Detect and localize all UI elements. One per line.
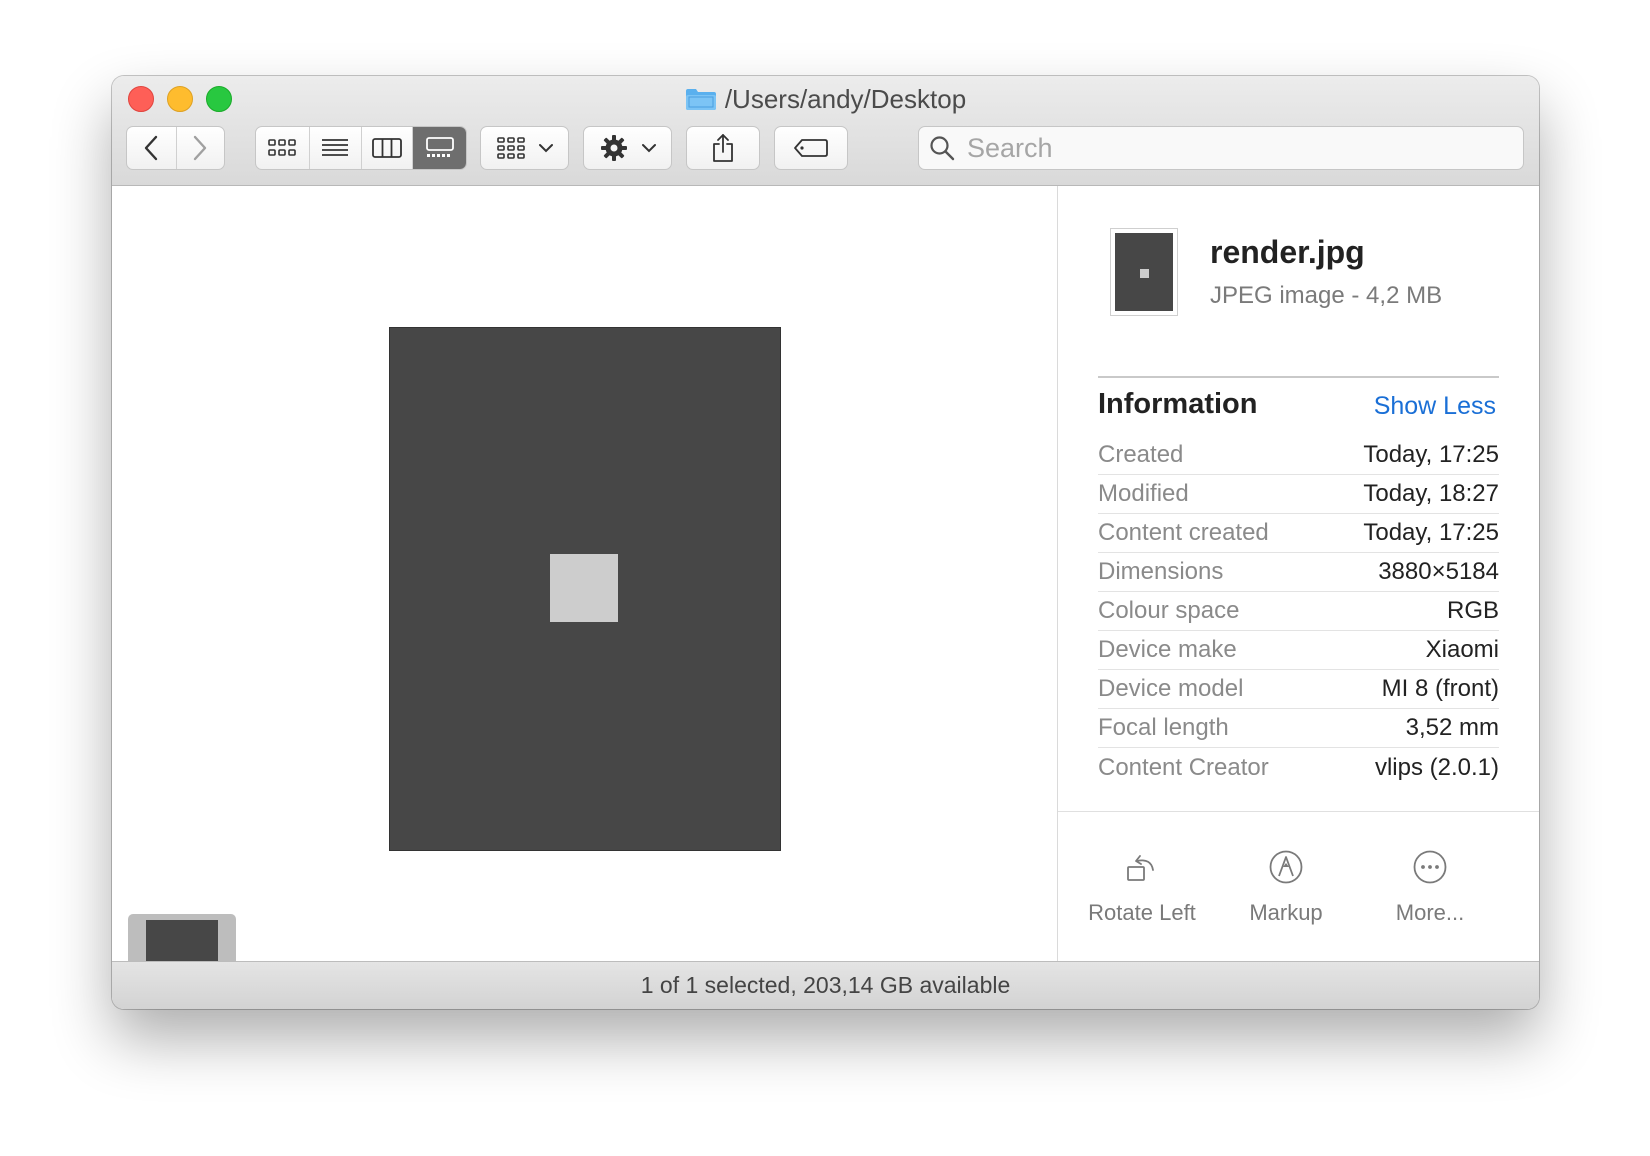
window-title-text: /Users/andy/Desktop — [724, 83, 967, 114]
rotate-left-button[interactable]: Rotate Left — [1067, 846, 1217, 926]
gallery-view-button[interactable] — [412, 127, 466, 169]
info-row-colour-space: Colour space RGB — [1098, 592, 1499, 631]
info-row-device-model: Device model MI 8 (front) — [1098, 670, 1499, 709]
folder-icon — [685, 87, 717, 111]
markup-icon — [1269, 850, 1303, 884]
info-value: 3,52 mm — [1405, 714, 1499, 741]
tag-button[interactable] — [774, 126, 848, 170]
info-key: Dimensions — [1098, 558, 1224, 585]
image-preview[interactable] — [389, 327, 781, 851]
chevron-left-icon — [145, 135, 158, 161]
info-value: Today, 17:25 — [1363, 519, 1499, 546]
gallery-area — [112, 186, 1056, 1009]
gear-icon — [600, 135, 627, 161]
chevron-down-icon — [641, 144, 656, 153]
info-row-dimensions: Dimensions 3880×5184 — [1098, 553, 1499, 592]
info-key: Content created — [1098, 519, 1269, 546]
tag-icon — [794, 139, 828, 157]
info-value: Today, 17:25 — [1363, 441, 1499, 468]
share-button[interactable] — [686, 126, 760, 170]
info-value: vlips (2.0.1) — [1374, 753, 1499, 781]
information-heading: Information — [1098, 388, 1258, 420]
more-icon — [1413, 850, 1447, 884]
info-key: Device model — [1098, 675, 1244, 702]
forward-button[interactable] — [175, 127, 225, 169]
info-key: Created — [1098, 441, 1184, 468]
action-menu-button[interactable] — [583, 126, 672, 170]
gallery-view-icon — [425, 137, 454, 157]
chevron-right-icon — [194, 135, 207, 161]
actions-divider — [1058, 811, 1539, 812]
info-key: Focal length — [1098, 714, 1229, 741]
rotate-left-label: Rotate Left — [1088, 900, 1196, 925]
info-value: 3880×5184 — [1378, 558, 1499, 585]
file-thumbnail — [1110, 228, 1178, 316]
info-value: Xiaomi — [1425, 636, 1499, 663]
info-row-content-creator: Content Creator vlips (2.0.1) — [1098, 748, 1499, 787]
info-table: Created Today, 17:25 Modified Today, 18:… — [1098, 436, 1499, 787]
info-row-created: Created Today, 17:25 — [1098, 436, 1499, 475]
back-button[interactable] — [127, 127, 176, 169]
markup-label: Markup — [1249, 900, 1323, 925]
info-row-modified: Modified Today, 18:27 — [1098, 475, 1499, 514]
rotate-left-icon — [1127, 855, 1154, 881]
divider — [1098, 376, 1499, 378]
list-view-button[interactable] — [308, 127, 361, 169]
info-row-device-make: Device make Xiaomi — [1098, 631, 1499, 670]
preview-pane: render.jpg JPEG image - 4,2 MB Informati… — [1057, 186, 1539, 961]
info-key: Colour space — [1098, 597, 1240, 624]
list-view-icon — [322, 139, 349, 156]
finder-window: /Users/andy/Desktop Search render.jpg JP… — [112, 76, 1539, 1009]
info-value: MI 8 (front) — [1381, 675, 1499, 702]
info-row-content-created: Content created Today, 17:25 — [1098, 514, 1499, 553]
chevron-down-icon — [538, 144, 553, 153]
search-field[interactable] — [918, 126, 1524, 170]
search-input[interactable] — [965, 131, 1509, 165]
status-text: 1 of 1 selected, 203,14 GB available — [640, 972, 1011, 998]
view-mode-control — [255, 126, 467, 170]
markup-button[interactable]: Markup — [1211, 846, 1361, 926]
info-key: Device make — [1098, 636, 1237, 663]
column-view-icon — [371, 138, 402, 158]
info-value: Today, 18:27 — [1363, 480, 1499, 507]
group-by-icon — [496, 137, 525, 159]
info-key: Content Creator — [1098, 753, 1269, 781]
preview-center-square — [550, 554, 618, 622]
column-view-button[interactable] — [360, 127, 413, 169]
status-bar: 1 of 1 selected, 203,14 GB available — [112, 961, 1539, 1009]
icon-view-icon — [268, 139, 297, 156]
file-kind-size: JPEG image - 4,2 MB — [1210, 282, 1443, 309]
info-value: RGB — [1446, 597, 1499, 624]
icon-view-button[interactable] — [256, 127, 309, 169]
file-name: render.jpg — [1210, 234, 1365, 270]
group-by-button[interactable] — [480, 126, 569, 170]
info-row-focal-length: Focal length 3,52 mm — [1098, 709, 1499, 748]
titlebar: /Users/andy/Desktop — [112, 76, 1539, 186]
more-button[interactable]: More... — [1355, 846, 1505, 926]
more-label: More... — [1395, 900, 1465, 925]
window-title: /Users/andy/Desktop — [112, 82, 1539, 116]
nav-buttons — [126, 126, 225, 170]
search-icon — [930, 136, 955, 161]
share-icon — [713, 134, 733, 162]
show-less-link[interactable]: Show Less — [1374, 392, 1496, 421]
info-key: Modified — [1098, 480, 1189, 507]
